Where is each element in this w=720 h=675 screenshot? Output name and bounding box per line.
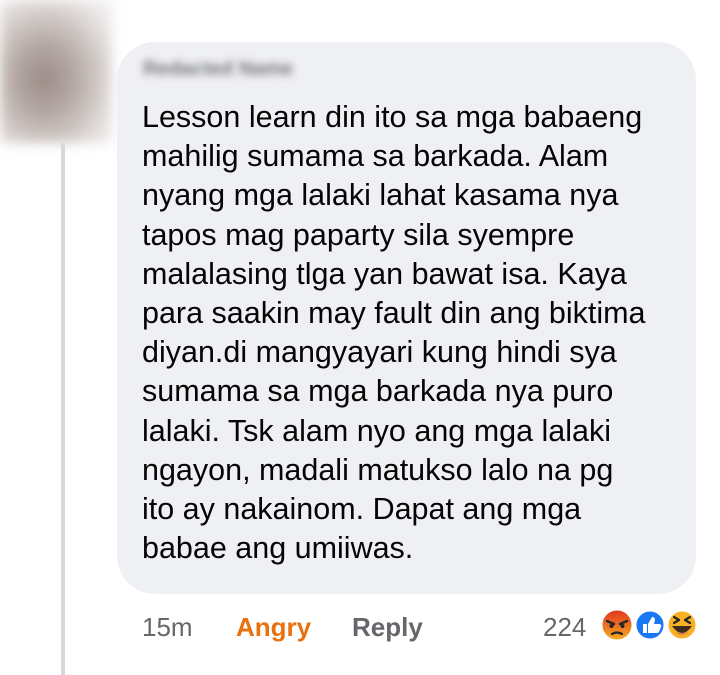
avatar[interactable] bbox=[0, 0, 112, 143]
angry-icon bbox=[599, 607, 635, 643]
thread-line bbox=[61, 143, 65, 675]
comment-timestamp[interactable]: 15m bbox=[142, 610, 193, 644]
haha-icon bbox=[665, 608, 699, 642]
comment-text-line: Lesson learn din ito sa mga babaeng bbox=[142, 100, 643, 134]
reaction-icons[interactable] bbox=[595, 604, 705, 646]
comment-text-line: tapos mag paparty sila syempre bbox=[142, 217, 575, 252]
comment-text-line: diyan.di mangyayari kung hindi sya bbox=[142, 335, 617, 370]
comment-text-line: lalaki. Tsk alam nyo ang mga lalaki bbox=[142, 413, 612, 448]
comment-text-line: mahilig sumama sa barkada. Alam bbox=[142, 139, 609, 174]
comment-text-line: babae ang umiiwas. bbox=[142, 531, 414, 566]
comment-text-line: ngayon, madali matukso lalo na pg bbox=[142, 452, 614, 487]
comment-text-line: sumama sa mga barkada nya puro bbox=[142, 374, 614, 409]
angry-reaction-button[interactable]: Angry bbox=[236, 610, 311, 644]
comment-text: Lesson learn din ito sa mga babaeng mahi… bbox=[142, 98, 687, 568]
comment-text-line: para saakin may fault din ang biktima bbox=[142, 296, 646, 331]
reaction-count[interactable]: 224 bbox=[543, 610, 586, 644]
comment-text-line: ito ay nakainom. Dapat ang mga bbox=[142, 492, 582, 527]
comment-text-line: nyang mga lalaki lahat kasama nya bbox=[142, 178, 619, 213]
like-icon bbox=[633, 608, 667, 642]
comment-text-line: malalasing tlga yan bawat isa. Kaya bbox=[142, 256, 627, 291]
reply-button[interactable]: Reply bbox=[352, 610, 423, 644]
comment-author-name[interactable]: Redacted Name bbox=[143, 58, 293, 81]
